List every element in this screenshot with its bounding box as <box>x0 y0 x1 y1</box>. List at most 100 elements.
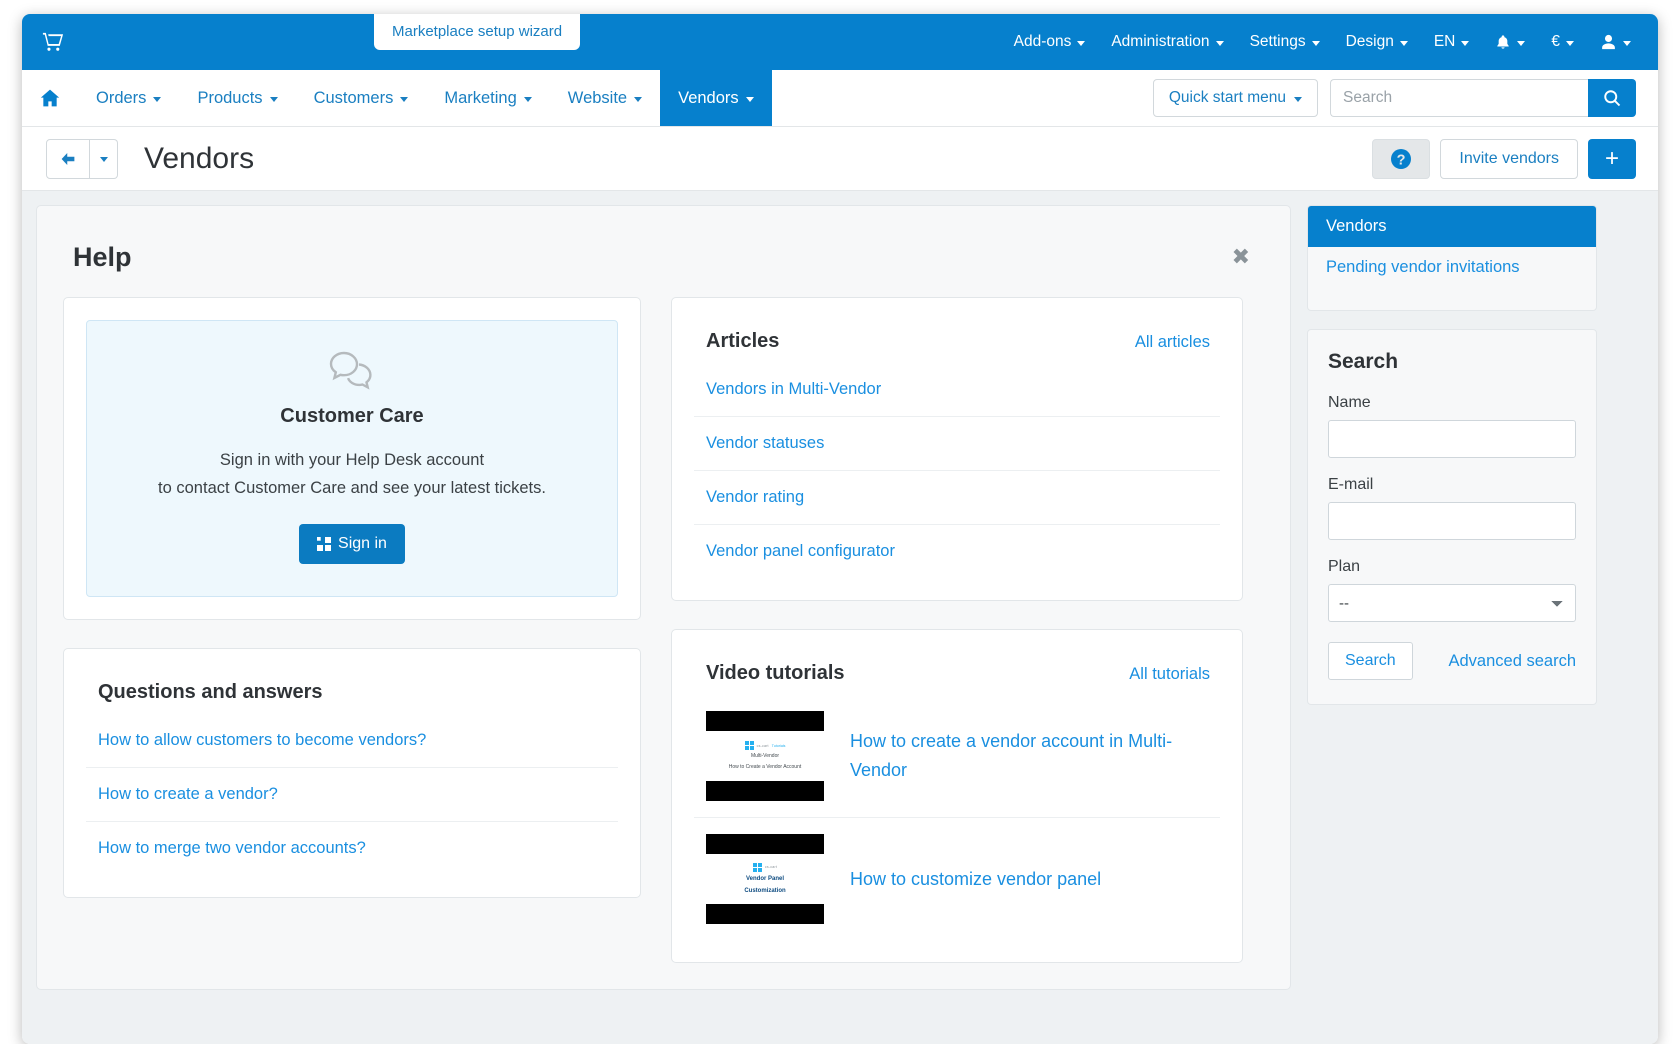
chevron-down-icon <box>1077 40 1086 46</box>
sign-in-button[interactable]: Sign in <box>299 524 405 565</box>
advanced-search-link[interactable]: Advanced search <box>1449 652 1577 671</box>
sidebar-item-pending-vendor-invitations[interactable]: Pending vendor invitations <box>1308 247 1596 288</box>
video-title[interactable]: How to customize vendor panel <box>850 865 1101 894</box>
list-item[interactable]: How to allow customers to become vendors… <box>86 714 618 767</box>
plan-select[interactable]: -- <box>1328 584 1576 622</box>
list-item[interactable]: How to create a vendor? <box>86 767 618 821</box>
svg-text:?: ? <box>1397 152 1406 168</box>
chevron-down-icon <box>634 96 643 102</box>
thumbnail-brand: cs-cart <box>756 743 769 748</box>
video-tutorials-card: Video tutorials All tutorials cs-cart Tu… <box>671 629 1243 963</box>
sidebar-search-form: Search Name E-mail Plan -- Search Advanc… <box>1308 330 1596 704</box>
add-vendor-button[interactable]: + <box>1588 138 1636 179</box>
menu-item-label: Orders <box>96 88 147 107</box>
question-circle-icon[interactable]: ? <box>1372 138 1431 179</box>
thumbnail-line-1: Vendor Panel <box>745 875 784 882</box>
top-nav-item-account[interactable] <box>1587 27 1644 57</box>
help-panel: Help ✖ Customer Care Sign in with your H… <box>36 205 1291 990</box>
list-item[interactable]: Vendor rating <box>694 470 1220 524</box>
app-window: Marketplace setup wizard Add-ons Adminis… <box>22 14 1658 1044</box>
top-nav-item-notifications[interactable] <box>1482 27 1538 57</box>
page-title-bar: Vendors ? Invite vendors + <box>22 127 1658 191</box>
arrow-left-icon[interactable] <box>46 138 90 179</box>
chevron-down-icon <box>745 96 754 102</box>
cs-cart-logo-icon: cs-cart <box>752 862 778 872</box>
video-thumbnail: cs-cart Tutorials Multi-Vendor How to Cr… <box>706 711 824 801</box>
help-left-column: Customer Care Sign in with your Help Des… <box>63 297 641 899</box>
global-search <box>1330 79 1636 117</box>
video-tutorials-header: Video tutorials All tutorials <box>694 652 1220 689</box>
sidebar-item-vendors[interactable]: Vendors <box>1308 206 1596 247</box>
quick-start-menu-label: Quick start menu <box>1168 89 1286 106</box>
chevron-down-icon <box>1215 40 1224 46</box>
help-right-column: Articles All articles Vendors in Multi-V… <box>671 297 1243 963</box>
chevron-down-icon <box>1517 40 1526 46</box>
chevron-down-icon <box>153 96 162 102</box>
menu-item-vendors[interactable]: Vendors <box>660 70 772 126</box>
video-title[interactable]: How to create a vendor account in Multi-… <box>850 727 1208 785</box>
articles-card: Articles All articles Vendors in Multi-V… <box>671 297 1243 601</box>
thumbnail-line-2: How to Create a Vendor Account <box>728 763 802 770</box>
letterbox-bar-top <box>706 834 824 854</box>
top-nav-item-administration[interactable]: Administration <box>1098 27 1236 57</box>
thumbnail-brand: cs-cart <box>764 865 778 870</box>
menu-item-products[interactable]: Products <box>179 70 295 126</box>
chevron-down-icon <box>1461 40 1470 46</box>
top-bar: Marketplace setup wizard Add-ons Adminis… <box>22 14 1658 70</box>
quick-start-menu-button[interactable]: Quick start menu <box>1152 79 1318 117</box>
list-item[interactable]: Vendor statuses <box>694 416 1220 470</box>
articles-header: Articles All articles <box>694 320 1220 357</box>
email-field[interactable] <box>1328 502 1576 540</box>
customer-care-line-1: Sign in with your Help Desk account <box>219 451 485 469</box>
microsoft-logo-icon <box>317 536 332 552</box>
search-button[interactable]: Search <box>1328 642 1413 680</box>
top-nav-item-currency[interactable]: € <box>1538 27 1587 57</box>
sign-in-label: Sign in <box>338 535 387 553</box>
top-nav-label: € <box>1551 33 1560 50</box>
chat-bubbles-icon <box>107 351 597 391</box>
chevron-down-icon <box>1566 40 1574 46</box>
top-nav-label: Settings <box>1249 33 1306 50</box>
all-tutorials-link[interactable]: All tutorials <box>1129 665 1210 684</box>
invite-vendors-button[interactable]: Invite vendors <box>1440 138 1578 179</box>
cart-icon[interactable] <box>40 29 66 55</box>
right-sidebar: Vendors Pending vendor invitations Searc… <box>1307 205 1597 705</box>
list-item[interactable]: Vendors in Multi-Vendor <box>694 363 1220 416</box>
letterbox-bar-bottom <box>706 904 824 924</box>
articles-list: Vendors in Multi-Vendor Vendor statuses … <box>694 363 1220 578</box>
name-label: Name <box>1328 394 1371 411</box>
letterbox-bar-top <box>706 711 824 731</box>
name-field[interactable] <box>1328 420 1576 458</box>
menu-item-orders[interactable]: Orders <box>78 70 179 126</box>
marketplace-setup-wizard-pill[interactable]: Marketplace setup wizard <box>374 14 581 50</box>
all-articles-link[interactable]: All articles <box>1135 333 1210 352</box>
back-history-dropdown[interactable] <box>90 138 118 179</box>
home-icon[interactable] <box>22 70 78 126</box>
list-item[interactable]: How to merge two vendor accounts? <box>86 821 618 875</box>
list-item[interactable]: cs-cart Vendor Panel Customization How t… <box>694 817 1220 940</box>
close-icon[interactable]: ✖ <box>1226 242 1256 272</box>
menu-item-customers[interactable]: Customers <box>296 70 427 126</box>
top-nav-item-addons[interactable]: Add-ons <box>1001 27 1099 57</box>
video-tutorials-title: Video tutorials <box>706 662 845 684</box>
menu-item-label: Marketing <box>444 88 517 107</box>
search-input[interactable] <box>1330 79 1588 117</box>
top-nav-label: Design <box>1345 33 1394 50</box>
chevron-down-icon <box>1311 40 1320 46</box>
list-item[interactable]: Vendor panel configurator <box>694 524 1220 578</box>
customer-care-title: Customer Care <box>280 405 424 427</box>
top-nav-item-settings[interactable]: Settings <box>1237 27 1333 57</box>
thumbnail-content: cs-cart Vendor Panel Customization <box>706 854 824 904</box>
list-item[interactable]: cs-cart Tutorials Multi-Vendor How to Cr… <box>694 695 1220 817</box>
menu-item-website[interactable]: Website <box>550 70 660 126</box>
top-nav-item-language[interactable]: EN <box>1421 27 1483 57</box>
sidebar-search-title: Search <box>1328 350 1399 373</box>
page-actions: ? Invite vendors + <box>1372 138 1636 179</box>
chevron-down-icon <box>400 96 409 102</box>
top-nav-item-design[interactable]: Design <box>1333 27 1421 57</box>
sidebar-nav-card: Vendors Pending vendor invitations <box>1307 205 1597 311</box>
thumbnail-line-2: Customization <box>744 887 786 894</box>
search-submit-button[interactable] <box>1588 79 1636 117</box>
thumbnail-brand-sub: Tutorials <box>771 743 786 748</box>
menu-item-marketing[interactable]: Marketing <box>426 70 549 126</box>
